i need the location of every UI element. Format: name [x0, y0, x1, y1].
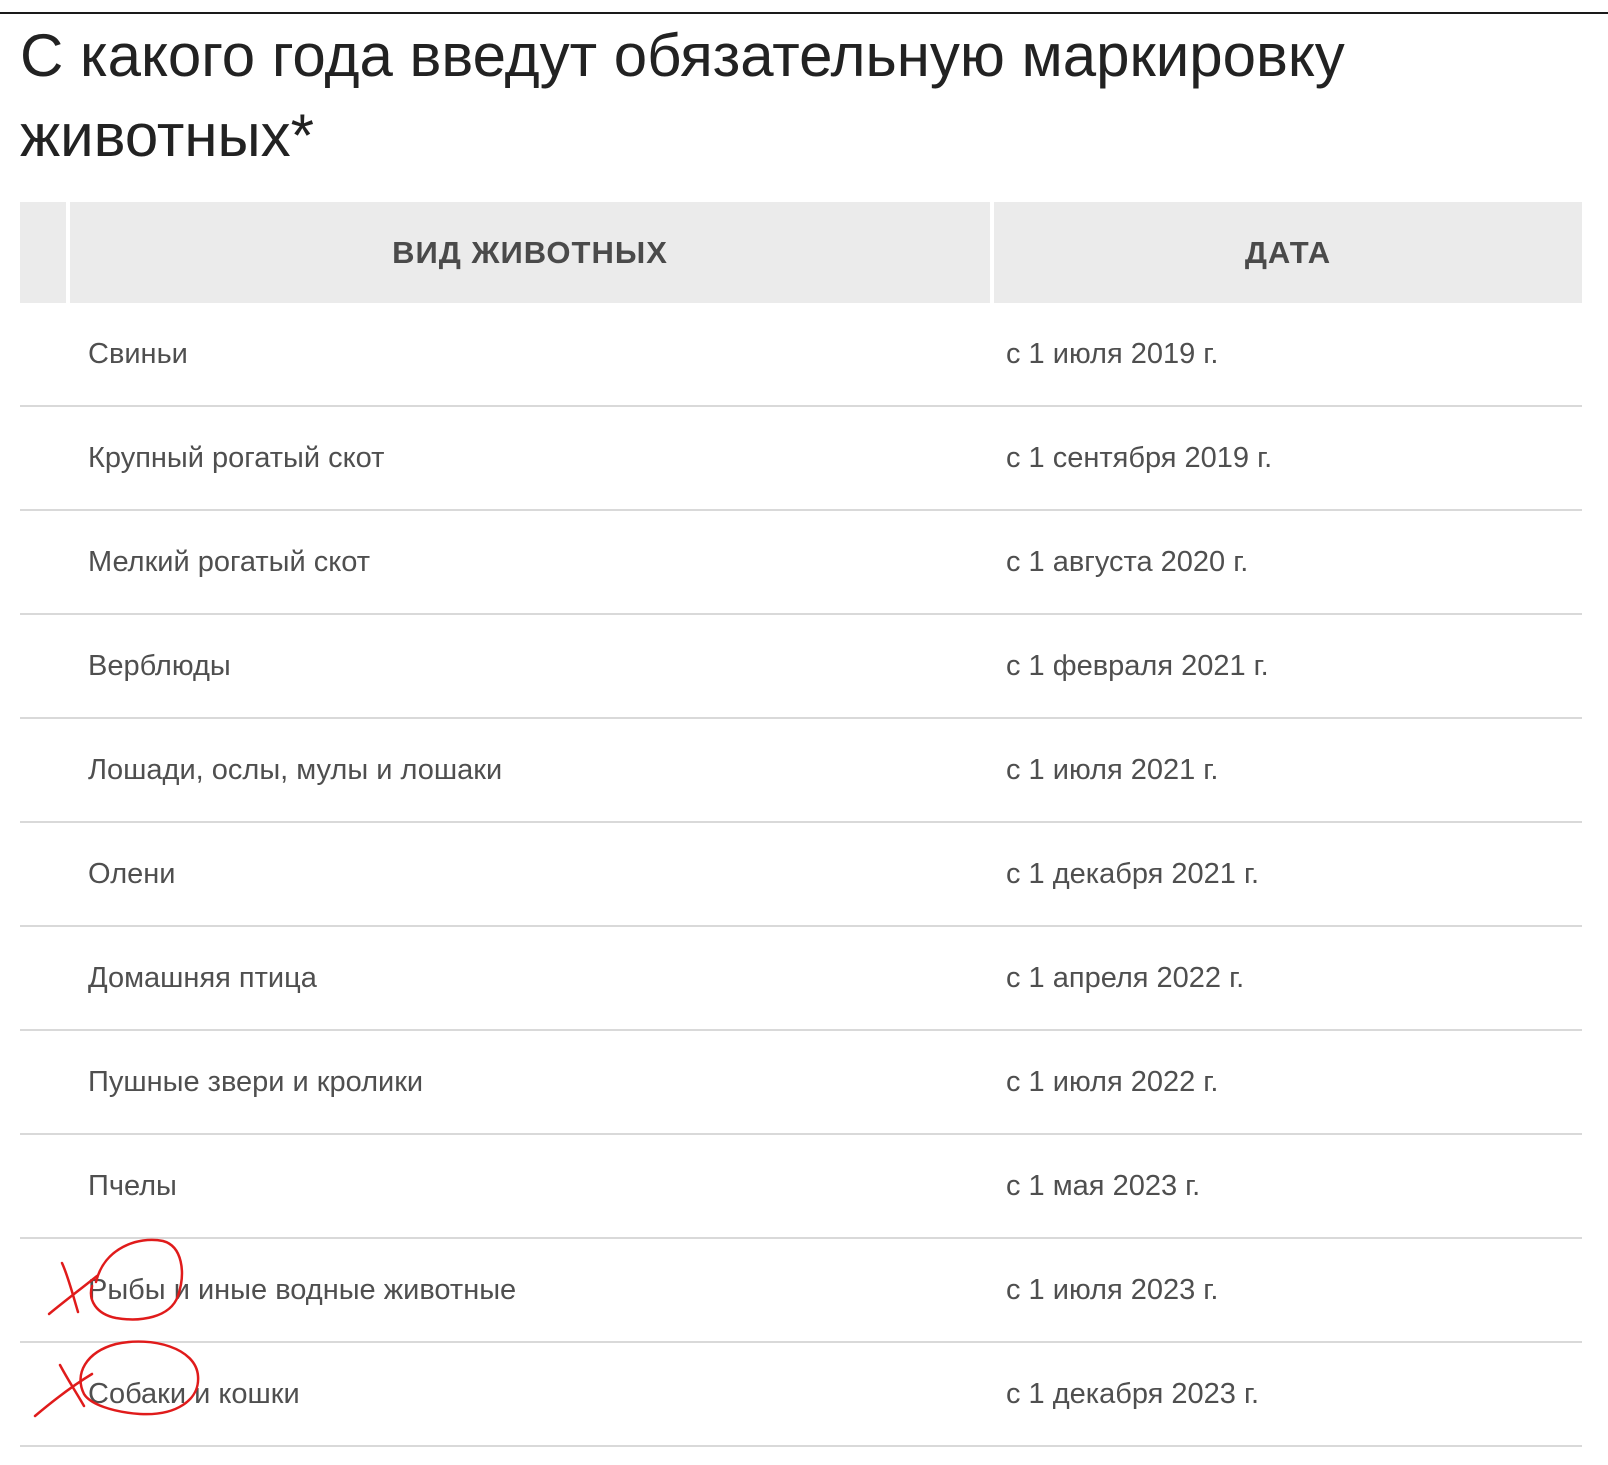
row-spacer-cell [20, 406, 68, 511]
date-cell: с 1 июля 2021 г. [992, 718, 1582, 823]
table-row: Пчелы с 1 мая 2023 г. [20, 1134, 1582, 1239]
table-row: Свиньи с 1 июля 2019 г. [20, 303, 1582, 407]
animal-type-cell: Крупный рогатый скот [68, 406, 992, 511]
date-cell: с 1 декабря 2023 г. [992, 1342, 1582, 1447]
row-spacer-cell [20, 614, 68, 719]
date-cell: с 1 февраля 2021 г. [992, 614, 1582, 719]
header-corner-cell [20, 202, 70, 303]
date-cell: с 1 мая 2023 г. [992, 1134, 1582, 1239]
table-row: Крупный рогатый скот с 1 сентября 2019 г. [20, 406, 1582, 511]
page-title: С какого года введут обязательную маркир… [20, 22, 1345, 169]
row-spacer-cell [20, 303, 68, 407]
date-cell: с 1 июля 2022 г. [992, 1030, 1582, 1135]
date-cell: с 1 апреля 2022 г. [992, 926, 1582, 1031]
row-spacer-cell [20, 926, 68, 1031]
table-row: Олени с 1 декабря 2021 г. [20, 822, 1582, 927]
row-spacer-cell [20, 1238, 68, 1343]
marking-table-container: ВИД ЖИВОТНЫХ ДАТА Свиньи с 1 июля 2019 г.… [20, 202, 1582, 1447]
animal-type-cell: Собаки и кошки [68, 1342, 992, 1447]
header-animal-type: ВИД ЖИВОТНЫХ [68, 202, 994, 303]
row-spacer-cell [20, 510, 68, 615]
row-spacer-cell [20, 822, 68, 927]
row-spacer-cell [20, 1342, 68, 1447]
table-row: Рыбы и иные водные животные с 1 июля 2023… [20, 1238, 1582, 1343]
table-row: Домашняя птица с 1 апреля 2022 г. [20, 926, 1582, 1031]
row-spacer-cell [20, 1134, 68, 1239]
animal-type-cell: Рыбы и иные водные животные [68, 1238, 992, 1343]
animal-type-cell: Мелкий рогатый скот [68, 510, 992, 615]
top-divider [0, 12, 1608, 14]
marking-table: ВИД ЖИВОТНЫХ ДАТА Свиньи с 1 июля 2019 г.… [20, 202, 1582, 1447]
row-spacer-cell [20, 718, 68, 823]
date-cell: с 1 декабря 2021 г. [992, 822, 1582, 927]
date-cell: с 1 сентября 2019 г. [992, 406, 1582, 511]
table-row: Лошади, ослы, мулы и лошаки с 1 июля 2021… [20, 718, 1582, 823]
animal-type-cell: Пчелы [68, 1134, 992, 1239]
animal-type-cell: Пушные звери и кролики [68, 1030, 992, 1135]
table-row: Собаки и кошки с 1 декабря 2023 г. [20, 1342, 1582, 1447]
animal-type-cell: Свиньи [68, 303, 992, 407]
row-spacer-cell [20, 1030, 68, 1135]
animal-type-cell: Верблюды [68, 614, 992, 719]
animal-type-cell: Домашняя птица [68, 926, 992, 1031]
date-cell: с 1 июля 2019 г. [992, 303, 1582, 407]
date-cell: с 1 августа 2020 г. [992, 510, 1582, 615]
date-cell: с 1 июля 2023 г. [992, 1238, 1582, 1343]
table-row: Мелкий рогатый скот с 1 августа 2020 г. [20, 510, 1582, 615]
header-date: ДАТА [992, 202, 1582, 303]
table-row: Верблюды с 1 февраля 2021 г. [20, 614, 1582, 719]
table-body: Свиньи с 1 июля 2019 г. Крупный рогатый ск… [20, 303, 1582, 1447]
animal-type-cell: Олени [68, 822, 992, 927]
table-header-row: ВИД ЖИВОТНЫХ ДАТА [20, 202, 1582, 303]
table-row: Пушные звери и кролики с 1 июля 2022 г. [20, 1030, 1582, 1135]
animal-type-cell: Лошади, ослы, мулы и лошаки [68, 718, 992, 823]
